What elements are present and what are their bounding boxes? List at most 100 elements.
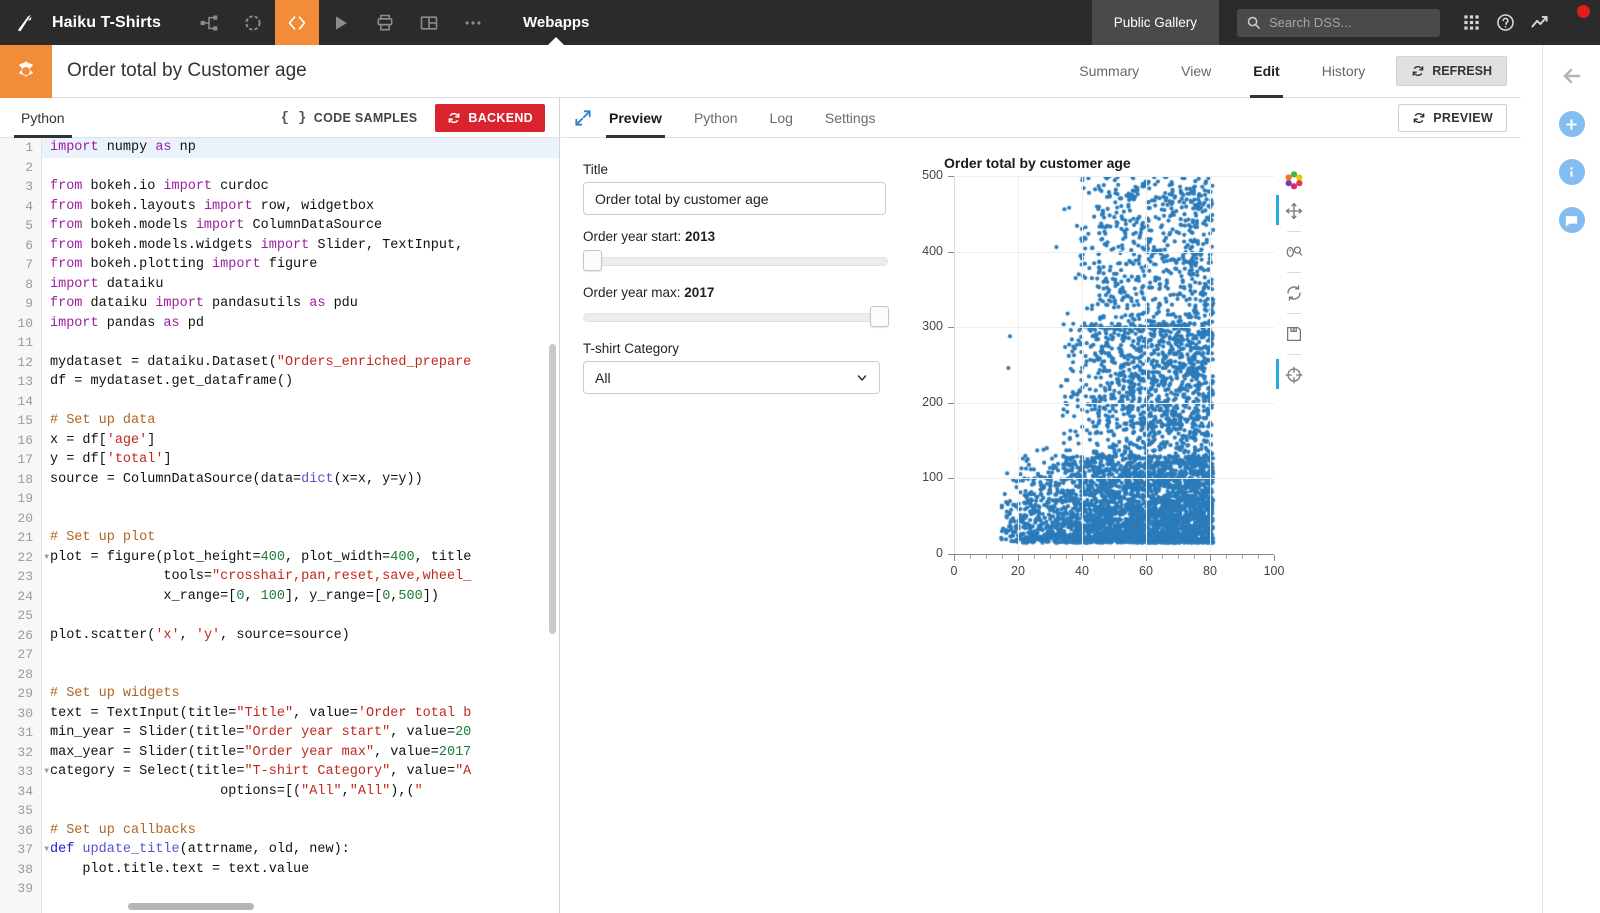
code-line[interactable]: plot.scatter('x', 'y', source=source) <box>42 626 559 646</box>
code-line[interactable]: # Set up callbacks <box>42 821 559 841</box>
code-line[interactable]: import numpy as np <box>42 138 559 158</box>
add-icon[interactable] <box>1559 111 1585 137</box>
expand-icon[interactable] <box>573 108 593 128</box>
code-line[interactable] <box>42 879 559 899</box>
code-line[interactable]: min_year = Slider(title="Order year star… <box>42 723 559 743</box>
backend-button[interactable]: BACKEND <box>435 104 545 132</box>
code-line[interactable]: from bokeh.models.widgets import Slider,… <box>42 236 559 256</box>
reset-icon[interactable] <box>1283 282 1305 304</box>
code-line[interactable]: from bokeh.plotting import figure <box>42 255 559 275</box>
help-icon[interactable] <box>1488 0 1522 45</box>
public-gallery-button[interactable]: Public Gallery <box>1092 0 1219 45</box>
line-number: 35 <box>0 801 41 821</box>
refresh-button[interactable]: REFRESH <box>1396 56 1507 86</box>
refresh-icon <box>1411 64 1425 78</box>
code-line[interactable]: import dataiku <box>42 275 559 295</box>
line-number: 26 <box>0 626 41 646</box>
tab-history[interactable]: History <box>1301 45 1387 98</box>
collapse-arrow-icon[interactable] <box>1559 63 1585 89</box>
dashboard-icon[interactable] <box>407 0 451 45</box>
automation-icon[interactable] <box>363 0 407 45</box>
preview-button[interactable]: PREVIEW <box>1398 104 1507 132</box>
code-line[interactable]: plot = figure(plot_height=400, plot_widt… <box>42 548 559 568</box>
code-horizontal-scrollbar[interactable] <box>128 903 254 910</box>
flow-icon[interactable] <box>187 0 231 45</box>
code-line[interactable]: max_year = Slider(title="Order year max"… <box>42 743 559 763</box>
line-number: 3 <box>0 177 41 197</box>
code-icon[interactable] <box>275 0 319 45</box>
code-line[interactable]: from dataiku import pandasutils as pdu <box>42 294 559 314</box>
code-vertical-scrollbar[interactable] <box>549 344 556 634</box>
activity-icon[interactable] <box>1522 0 1556 45</box>
code-line[interactable] <box>42 333 559 353</box>
tab-log[interactable]: Log <box>754 98 809 138</box>
code-line[interactable]: mydataset = dataiku.Dataset("Orders_enri… <box>42 353 559 373</box>
tab-settings[interactable]: Settings <box>809 98 892 138</box>
slider-handle[interactable] <box>870 306 889 327</box>
dataiku-logo-icon[interactable] <box>0 0 52 45</box>
crosshair-icon[interactable] <box>1283 364 1305 386</box>
project-name[interactable]: Haiku T-Shirts <box>52 14 187 32</box>
code-line[interactable] <box>42 801 559 821</box>
order-year-start-slider[interactable] <box>583 249 888 271</box>
save-icon[interactable] <box>1283 323 1305 345</box>
code-line[interactable]: x = df['age'] <box>42 431 559 451</box>
toolbar-divider <box>1287 231 1301 232</box>
code-line[interactable]: from bokeh.models import ColumnDataSourc… <box>42 216 559 236</box>
category-select[interactable]: All <box>583 361 880 394</box>
tab-python-language[interactable]: Python <box>18 98 68 138</box>
code-line[interactable]: category = Select(title="T-shirt Categor… <box>42 762 559 782</box>
code-line[interactable]: # Set up widgets <box>42 684 559 704</box>
avatar[interactable] <box>1556 0 1600 45</box>
tab-edit[interactable]: Edit <box>1232 45 1300 98</box>
code-line[interactable]: import pandas as pd <box>42 314 559 334</box>
top-navigation-bar: Haiku T-Shirts Webapps Public <box>0 0 1600 45</box>
bokeh-scatter-plot[interactable]: Order total by customer age 010020030040… <box>906 148 1326 588</box>
jobs-play-icon[interactable] <box>319 0 363 45</box>
code-area[interactable]: 12345678910111213141516171819202122▼2324… <box>0 138 559 913</box>
code-line[interactable]: # Set up plot <box>42 528 559 548</box>
code-line[interactable]: text = TextInput(title="Title", value='O… <box>42 704 559 724</box>
order-year-max-slider[interactable] <box>583 305 888 327</box>
line-number: 32 <box>0 743 41 763</box>
code-line[interactable]: source = ColumnDataSource(data=dict(x=x,… <box>42 470 559 490</box>
code-line[interactable] <box>42 158 559 178</box>
code-line[interactable] <box>42 489 559 509</box>
code-line[interactable] <box>42 392 559 412</box>
apps-grid-icon[interactable] <box>1454 0 1488 45</box>
title-input[interactable] <box>583 182 886 215</box>
more-ellipsis-icon[interactable] <box>451 0 495 45</box>
code-line[interactable] <box>42 509 559 529</box>
code-lines[interactable]: import numpy as np from bokeh.io import … <box>42 138 559 913</box>
code-line[interactable]: from bokeh.io import curdoc <box>42 177 559 197</box>
line-number: 11 <box>0 333 41 353</box>
discussion-icon[interactable] <box>1559 207 1585 233</box>
info-icon[interactable] <box>1559 159 1585 185</box>
tab-summary[interactable]: Summary <box>1058 45 1160 98</box>
tab-view[interactable]: View <box>1160 45 1232 98</box>
bokeh-logo-icon[interactable] <box>1284 170 1304 190</box>
search-box[interactable] <box>1237 9 1440 37</box>
lab-icon[interactable] <box>231 0 275 45</box>
tab-preview[interactable]: Preview <box>593 98 678 138</box>
code-line[interactable] <box>42 606 559 626</box>
code-line[interactable]: def update_title(attrname, old, new): <box>42 840 559 860</box>
code-line[interactable]: tools="crosshair,pan,reset,save,wheel_ <box>42 567 559 587</box>
code-line[interactable]: options=[("All","All"),(" <box>42 782 559 802</box>
code-line[interactable]: plot.title.text = text.value <box>42 860 559 880</box>
code-line[interactable] <box>42 645 559 665</box>
wheel-zoom-icon[interactable] <box>1283 241 1305 263</box>
slider-handle[interactable] <box>583 250 602 271</box>
code-samples-button[interactable]: { } CODE SAMPLES <box>281 110 418 126</box>
search-input[interactable] <box>1269 15 1429 30</box>
line-number: 37▼ <box>0 840 41 860</box>
code-line[interactable]: df = mydataset.get_dataframe() <box>42 372 559 392</box>
code-line[interactable]: x_range=[0, 100], y_range=[0,500]) <box>42 587 559 607</box>
tab-python[interactable]: Python <box>678 98 754 138</box>
code-line[interactable] <box>42 665 559 685</box>
code-line[interactable]: from bokeh.layouts import row, widgetbox <box>42 197 559 217</box>
pan-icon[interactable] <box>1283 200 1305 222</box>
webapp-badge-icon <box>0 45 52 98</box>
code-line[interactable]: y = df['total'] <box>42 450 559 470</box>
code-line[interactable]: # Set up data <box>42 411 559 431</box>
